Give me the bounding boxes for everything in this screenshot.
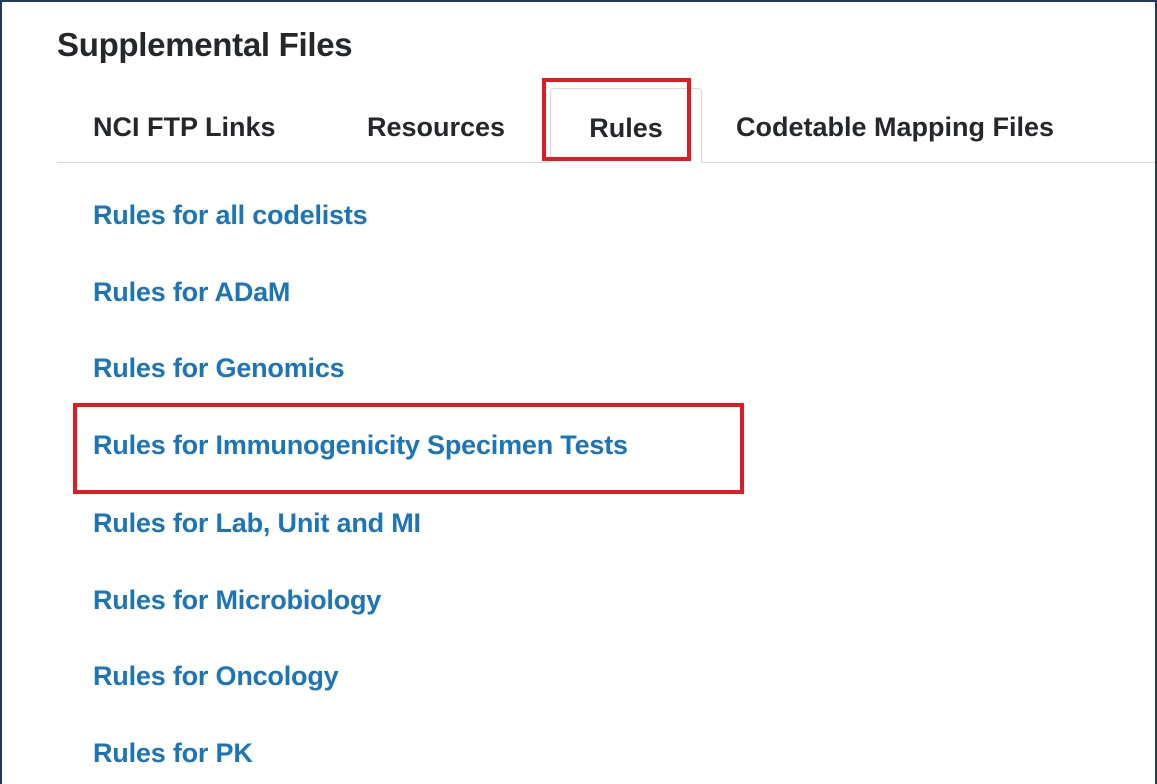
link-rules-lab-unit-mi[interactable]: Rules for Lab, Unit and MI	[93, 508, 421, 538]
list-item: Rules for Microbiology	[93, 585, 381, 616]
link-rules-microbiology[interactable]: Rules for Microbiology	[93, 585, 381, 615]
link-rules-pk[interactable]: Rules for PK	[93, 738, 253, 768]
tab-codetable-mapping-files[interactable]: Codetable Mapping Files	[736, 88, 1054, 162]
section-title: Supplemental Files	[57, 26, 353, 63]
list-item: Rules for Immunogenicity Specimen Tests	[93, 430, 628, 461]
tab-resources[interactable]: Resources	[367, 88, 505, 162]
link-rules-immunogenicity-specimen-tests[interactable]: Rules for Immunogenicity Specimen Tests	[93, 430, 628, 460]
list-item: Rules for Lab, Unit and MI	[93, 508, 421, 539]
tab-nci-ftp-links[interactable]: NCI FTP Links	[93, 88, 276, 162]
list-item: Rules for Oncology	[93, 661, 339, 692]
link-rules-oncology[interactable]: Rules for Oncology	[93, 661, 339, 691]
list-item: Rules for Genomics	[93, 353, 345, 384]
tab-bar: NCI FTP Links Resources Rules Codetable …	[57, 88, 1155, 163]
link-rules-adam[interactable]: Rules for ADaM	[93, 277, 290, 307]
link-rules-genomics[interactable]: Rules for Genomics	[93, 353, 345, 383]
list-item: Rules for ADaM	[93, 277, 290, 308]
tab-rules[interactable]: Rules	[550, 88, 702, 163]
list-item: Rules for PK	[93, 738, 253, 769]
list-item: Rules for all codelists	[93, 200, 368, 231]
link-rules-all-codelists[interactable]: Rules for all codelists	[93, 200, 368, 230]
supplemental-files-panel: Supplemental Files NCI FTP Links Resourc…	[0, 0, 1157, 784]
